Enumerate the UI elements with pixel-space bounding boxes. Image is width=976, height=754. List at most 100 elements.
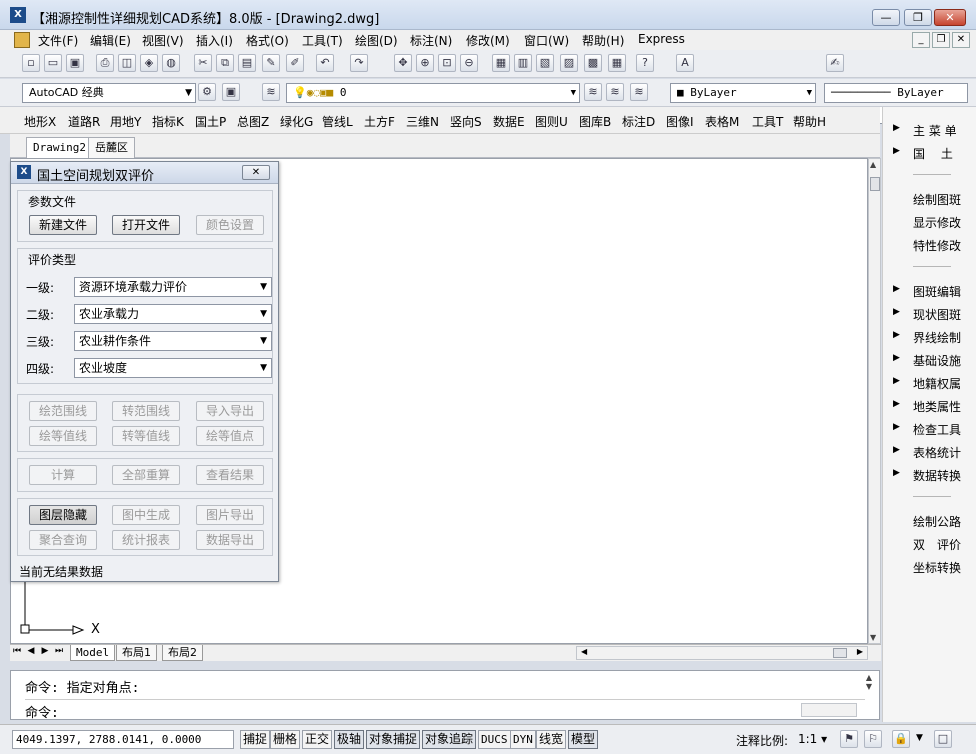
tab-layout1[interactable]: 布局1 bbox=[116, 645, 157, 661]
annotation-scale-select[interactable]: 1:1 ▾ bbox=[798, 732, 827, 746]
color-select[interactable]: ■ ByLayer ▼ bbox=[670, 83, 816, 103]
otrack-toggle[interactable]: 对象追踪 bbox=[422, 730, 477, 749]
level2-select[interactable]: 农业承载力 ▼ bbox=[74, 304, 272, 324]
command-scrollbar[interactable]: ▲ ▼ bbox=[861, 673, 877, 717]
design-center-icon[interactable]: ▥ bbox=[514, 54, 532, 72]
side-menu-item[interactable]: ▶ 主 菜 单 bbox=[883, 119, 976, 141]
draw-contour-point-button[interactable]: 绘等值点 bbox=[196, 426, 264, 446]
dialog-title-bar[interactable]: X 国土空间规划双评价 ✕ bbox=[11, 162, 278, 184]
recompute-all-button[interactable]: 全部重算 bbox=[112, 465, 180, 485]
menu-help[interactable]: 帮助(H) bbox=[582, 32, 624, 49]
view-results-button[interactable]: 查看结果 bbox=[196, 465, 264, 485]
linetype-select[interactable]: ───────── ByLayer bbox=[824, 83, 968, 103]
side-menu-item[interactable]: ▶ 地类属性 bbox=[883, 395, 976, 417]
osnap-toggle[interactable]: 对象捕捉 bbox=[366, 730, 421, 749]
menu-image[interactable]: 图像I bbox=[666, 113, 694, 130]
side-menu-item[interactable]: 绘制公路 bbox=[883, 510, 976, 532]
convert-contour-button[interactable]: 转等值线 bbox=[112, 426, 180, 446]
prev-tab-icon[interactable]: ◀ bbox=[26, 646, 36, 659]
menu-help2[interactable]: 帮助H bbox=[793, 113, 826, 130]
menu-earthwork[interactable]: 土方F bbox=[364, 113, 395, 130]
convert-boundary-button[interactable]: 转范围线 bbox=[112, 401, 180, 421]
menu-landuse[interactable]: 用地Y bbox=[110, 113, 141, 130]
menu-siteplan[interactable]: 总图Z bbox=[237, 113, 269, 130]
3d-dwf-icon[interactable]: ◍ bbox=[162, 54, 180, 72]
lineweight-toggle[interactable]: 线宽 bbox=[536, 730, 567, 749]
side-menu-item[interactable]: ▶ 国 土 bbox=[883, 142, 976, 164]
menu-format[interactable]: 格式(O) bbox=[246, 32, 289, 49]
scroll-right-icon[interactable]: ▶ bbox=[857, 647, 863, 656]
clean-screen-icon[interactable]: □ bbox=[934, 730, 952, 748]
pan-icon[interactable]: ✥ bbox=[394, 54, 412, 72]
menu-annotation[interactable]: 标注D bbox=[622, 113, 655, 130]
dim-style-icon[interactable]: ✍ bbox=[826, 54, 844, 72]
side-menu-item[interactable]: ▶ 基础设施 bbox=[883, 349, 976, 371]
first-tab-icon[interactable]: ⏮ bbox=[12, 646, 22, 659]
ducs-toggle[interactable]: DUCS bbox=[478, 730, 511, 749]
hide-layers-button[interactable]: 图层隐藏 bbox=[29, 505, 97, 525]
menu-table[interactable]: 表格M bbox=[705, 113, 739, 130]
side-menu-item[interactable]: ▶ 检查工具 bbox=[883, 418, 976, 440]
side-menu-item[interactable]: ▶ 表格统计 bbox=[883, 441, 976, 463]
side-menu-item[interactable]: ▶ 现状图斑 bbox=[883, 303, 976, 325]
menu-3d[interactable]: 三维N bbox=[406, 113, 439, 130]
dialog-close-button[interactable]: ✕ bbox=[242, 165, 270, 180]
tab-layout2[interactable]: 布局2 bbox=[162, 645, 203, 661]
status-menu-icon[interactable]: ▼ bbox=[916, 733, 923, 743]
sheet-set-icon[interactable]: ▨ bbox=[560, 54, 578, 72]
menu-tool[interactable]: 工具T bbox=[752, 113, 783, 130]
scroll-thumb[interactable] bbox=[870, 177, 880, 191]
vertical-scrollbar[interactable]: ▲ ▼ bbox=[868, 158, 881, 644]
menu-modify[interactable]: 修改(M) bbox=[466, 32, 510, 49]
menu-library[interactable]: 图库B bbox=[579, 113, 611, 130]
polar-toggle[interactable]: 极轴 bbox=[334, 730, 365, 749]
side-menu-item[interactable]: 特性修改 bbox=[883, 234, 976, 256]
open-file-button[interactable]: 打开文件 bbox=[112, 215, 180, 235]
model-toggle[interactable]: 模型 bbox=[568, 730, 599, 749]
text-style-icon[interactable]: A bbox=[676, 54, 694, 72]
level3-select[interactable]: 农业耕作条件 ▼ bbox=[74, 331, 272, 351]
close-button[interactable]: ✕ bbox=[934, 9, 966, 26]
new-icon[interactable]: ▫ bbox=[22, 54, 40, 72]
match-properties-icon[interactable]: ✎ bbox=[262, 54, 280, 72]
menu-express[interactable]: Express bbox=[638, 32, 685, 46]
aggregate-query-button[interactable]: 聚合查询 bbox=[29, 530, 97, 550]
draw-contour-button[interactable]: 绘等值线 bbox=[29, 426, 97, 446]
print-icon[interactable]: ⎙ bbox=[96, 54, 114, 72]
menu-edit[interactable]: 编辑(E) bbox=[90, 32, 131, 49]
paste-icon[interactable]: ▤ bbox=[238, 54, 256, 72]
tab-drawing2[interactable]: Drawing2 bbox=[26, 137, 93, 158]
menu-plan-rules[interactable]: 图则U bbox=[535, 113, 568, 130]
statistics-report-button[interactable]: 统计报表 bbox=[112, 530, 180, 550]
side-menu-item[interactable]: ▶ 地籍权属 bbox=[883, 372, 976, 394]
dyn-toggle[interactable]: DYN bbox=[510, 730, 536, 749]
tab-model[interactable]: Model bbox=[70, 645, 116, 661]
properties-icon[interactable]: ▦ bbox=[492, 54, 510, 72]
calculator-icon[interactable]: ▦ bbox=[608, 54, 626, 72]
coordinates-readout[interactable]: 4049.1397, 2788.0141, 0.0000 bbox=[12, 730, 234, 749]
redo-icon[interactable]: ↷ bbox=[350, 54, 368, 72]
save-icon[interactable]: ▣ bbox=[66, 54, 84, 72]
menu-tools[interactable]: 工具(T) bbox=[302, 32, 343, 49]
side-menu-item[interactable]: 显示修改 bbox=[883, 211, 976, 233]
command-h-scrollbar[interactable] bbox=[801, 703, 857, 717]
help-icon[interactable]: ? bbox=[636, 54, 654, 72]
generate-in-drawing-button[interactable]: 图中生成 bbox=[112, 505, 180, 525]
color-settings-button[interactable]: 颜色设置 bbox=[196, 215, 264, 235]
snap-toggle[interactable]: 捕捉 bbox=[240, 730, 271, 749]
minimize-button[interactable]: — bbox=[872, 9, 900, 26]
command-window[interactable]: 命令: 指定对角点: 命令: ▲ ▼ bbox=[10, 670, 880, 721]
workspace-save-icon[interactable]: ▣ bbox=[222, 83, 240, 101]
menu-vertical[interactable]: 竖向S bbox=[450, 113, 482, 130]
next-tab-icon[interactable]: ▶ bbox=[40, 646, 50, 659]
layer-manager-icon[interactable]: ≋ bbox=[262, 83, 280, 101]
doc-close-button[interactable]: ✕ bbox=[952, 32, 970, 48]
menu-dimension[interactable]: 标注(N) bbox=[410, 32, 452, 49]
annotation-visibility-icon[interactable]: ⚑ bbox=[840, 730, 858, 748]
cut-icon[interactable]: ✂ bbox=[194, 54, 212, 72]
side-menu-item[interactable]: 坐标转换 bbox=[883, 556, 976, 578]
menu-greening[interactable]: 绿化G bbox=[280, 113, 313, 130]
side-menu-item[interactable]: 绘制图斑 bbox=[883, 188, 976, 210]
side-menu-item[interactable]: ▶ 图斑编辑 bbox=[883, 280, 976, 302]
lock-icon[interactable]: 🔒 bbox=[892, 730, 910, 748]
